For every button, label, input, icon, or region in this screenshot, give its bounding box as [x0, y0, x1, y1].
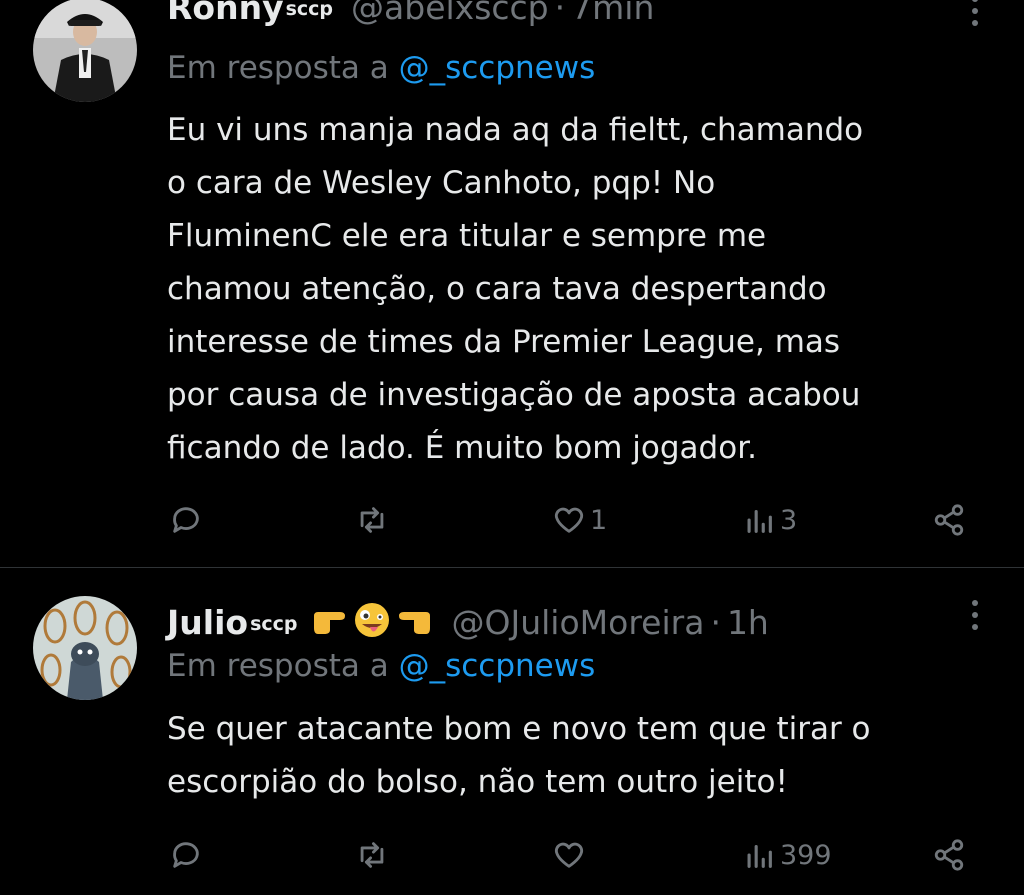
display-name-suffix: sccp: [250, 613, 298, 635]
tweet-header: Ronny sccp @abelxsccp · 7min: [167, 0, 654, 32]
more-options-icon[interactable]: [970, 600, 980, 640]
views-count: 399: [780, 839, 832, 871]
views-count: 3: [780, 504, 798, 536]
reply-icon: [173, 842, 199, 868]
avatar-image: [33, 596, 137, 700]
avatar[interactable]: [33, 596, 137, 700]
tweet-text: Se quer atacante bom e novo tem que tira…: [167, 711, 871, 800]
share-button[interactable]: [932, 835, 966, 875]
views-chart-icon: [747, 844, 772, 868]
reply-button[interactable]: [169, 500, 207, 540]
pointing-left-hand-icon: [398, 612, 430, 634]
action-bar: 399: [167, 835, 987, 875]
display-name[interactable]: Ronny: [167, 0, 284, 27]
reply-context: Em resposta a @_sccpnews: [167, 50, 595, 86]
action-bar: 1 3: [167, 500, 987, 540]
reply-icon: [173, 507, 199, 533]
retweet-button[interactable]: [355, 500, 393, 540]
timestamp[interactable]: 1h: [727, 603, 769, 642]
user-handle[interactable]: @abelxsccp: [351, 0, 549, 27]
share-icon: [934, 504, 964, 536]
views-button[interactable]: 399: [742, 835, 832, 875]
display-name[interactable]: Julio: [167, 603, 248, 642]
share-button[interactable]: [932, 500, 966, 540]
heart-icon: [554, 507, 584, 533]
reply-mention-link[interactable]: @_sccpnews: [399, 648, 596, 684]
pointing-right-hand-icon: [313, 612, 345, 634]
tweet-text: Eu vi uns manja nada aq da fieltt, chama…: [167, 112, 864, 466]
views-button[interactable]: 3: [742, 500, 797, 540]
like-button[interactable]: 1: [552, 500, 607, 540]
more-options-icon[interactable]: [970, 0, 980, 36]
timestamp[interactable]: 7min: [571, 0, 654, 27]
views-chart-icon: [747, 509, 772, 533]
reply-prefix: Em resposta a: [167, 50, 389, 86]
separator-dot: ·: [554, 0, 566, 27]
reply-mention-link[interactable]: @_sccpnews: [399, 50, 596, 86]
name-emojis: [310, 600, 434, 640]
reply-button[interactable]: [169, 835, 207, 875]
tweet-julio[interactable]: Julio sccp @OJulioMoreira · 1h Em respos…: [0, 568, 1024, 895]
tweet-header: Julio sccp @OJulioMoreira · 1h: [167, 594, 769, 642]
separator-dot: ·: [710, 603, 721, 642]
reply-context: Em resposta a @_sccpnews: [167, 648, 595, 684]
like-count: 1: [590, 504, 608, 536]
avatar-image: [33, 0, 137, 102]
reply-prefix: Em resposta a: [167, 648, 389, 684]
avatar[interactable]: [33, 0, 137, 102]
user-handle[interactable]: @OJulioMoreira: [452, 603, 705, 642]
like-button[interactable]: [552, 835, 590, 875]
retweet-icon: [360, 842, 384, 868]
retweet-icon: [360, 507, 384, 533]
share-icon: [934, 839, 964, 871]
display-name-suffix: sccp: [285, 0, 334, 20]
retweet-button[interactable]: [355, 835, 393, 875]
heart-icon: [554, 842, 584, 868]
zany-face-icon: [354, 603, 389, 637]
tweet-ronny[interactable]: Ronny sccp @abelxsccp · 7min Em resposta…: [0, 0, 1024, 567]
